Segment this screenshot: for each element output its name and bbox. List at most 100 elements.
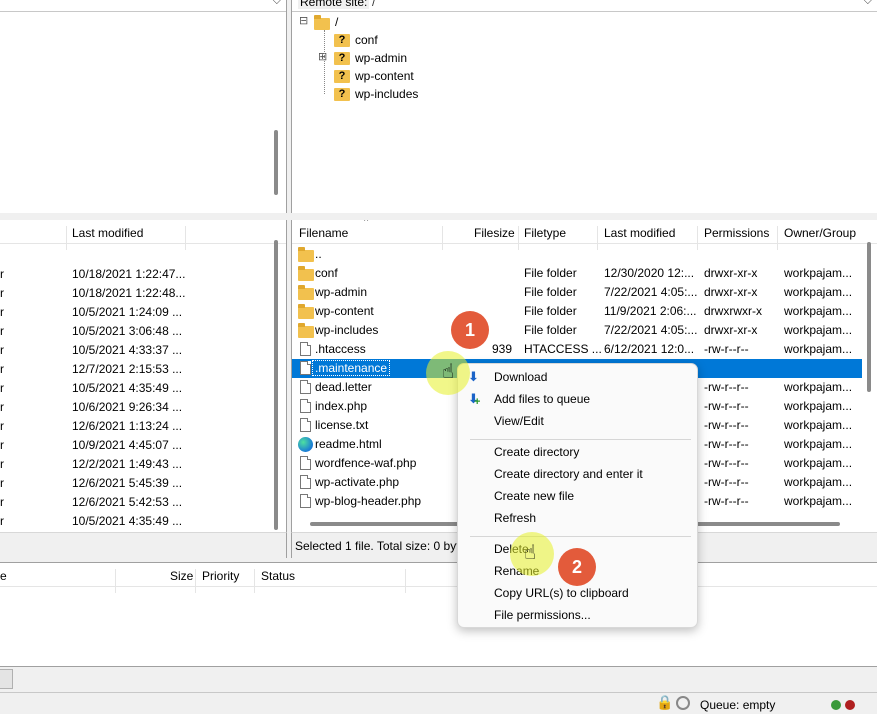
local-site-dropdown[interactable]: ⌵ — [0, 0, 286, 12]
remote-list-row[interactable]: wp-includes File folder 7/22/2021 4:05:...… — [292, 321, 862, 340]
local-list-row[interactable]: r 10/5/2021 4:33:37 ... — [0, 341, 270, 360]
remote-list-row[interactable]: conf File folder 12/30/2020 12:... drwxr-xr… — [292, 264, 862, 283]
local-list-row[interactable]: r 10/18/2021 1:22:47... — [0, 265, 270, 284]
menu-item-create-new-file[interactable]: Create new file — [494, 489, 574, 503]
folder-icon — [298, 247, 314, 262]
local-list-scrollbar[interactable] — [274, 240, 278, 530]
tree-node[interactable]: ? wp-includes — [292, 85, 592, 104]
local-tree-panel: ⌵ — [0, 0, 287, 213]
local-list-row[interactable]: r 12/6/2021 5:42:53 ... — [0, 493, 270, 512]
local-row-modified: 10/6/2021 9:26:34 ... — [72, 400, 183, 414]
remote-row-owner: workpajam... — [784, 266, 853, 280]
header-filesize[interactable]: Filesize — [474, 226, 515, 240]
local-list-row[interactable]: r 10/6/2021 9:26:34 ... — [0, 398, 270, 417]
queue-header-priority[interactable]: Priority — [202, 569, 239, 583]
local-list-row[interactable]: r 10/5/2021 4:35:49 ... — [0, 379, 270, 398]
remote-row-owner: workpajam... — [784, 323, 853, 337]
tree-node[interactable]: ? wp-content — [292, 67, 592, 86]
remote-row-owner: workpajam... — [784, 380, 853, 394]
tree-node-label: wp-includes — [355, 87, 419, 101]
remote-row-last-modified: 7/22/2021 4:05:... — [604, 285, 698, 299]
remote-row-filename: .maintenance — [311, 360, 391, 376]
tree-node-label: wp-admin — [355, 51, 408, 65]
menu-item-add-files-to-queue[interactable]: Add files to queue — [494, 392, 590, 406]
header-owner-group[interactable]: Owner/Group — [784, 226, 856, 240]
local-list-row[interactable]: r 10/5/2021 3:06:48 ... — [0, 322, 270, 341]
header-filetype[interactable]: Filetype — [524, 226, 566, 240]
unknown-folder-icon: ? — [334, 34, 350, 47]
file-icon — [300, 456, 311, 470]
menu-item-create-directory-and-enter-it[interactable]: Create directory and enter it — [494, 467, 643, 481]
hand-cursor-icon: ☝ — [524, 542, 537, 564]
remote-row-owner: workpajam... — [784, 304, 853, 318]
local-row-name: r — [0, 305, 4, 319]
expand-icon[interactable]: ⊞ — [318, 50, 327, 63]
remote-site-label: Remote site: — [298, 0, 370, 9]
menu-separator — [470, 536, 691, 537]
remote-row-last-modified: 12/30/2020 12:... — [604, 266, 695, 280]
remote-row-last-modified: 6/12/2021 12:0... — [604, 342, 695, 356]
remote-row-filename: conf — [315, 266, 338, 280]
local-row-name: r — [0, 324, 4, 338]
remote-row-filename: dead.letter — [315, 380, 372, 394]
local-file-list: Last modified r 10/18/2021 1:22:47... r 10/… — [0, 220, 287, 532]
local-list-row[interactable]: r 12/7/2021 2:15:53 ... — [0, 360, 270, 379]
local-list-row[interactable]: r 10/5/2021 4:35:49 ... — [0, 512, 270, 531]
chevron-down-icon[interactable]: ⌵ — [864, 0, 872, 8]
remote-list-row[interactable]: .. — [292, 245, 862, 264]
local-list-row[interactable]: r 10/9/2021 4:45:07 ... — [0, 436, 270, 455]
local-tree-scrollbar[interactable] — [274, 130, 278, 195]
local-list-row[interactable]: r 12/6/2021 5:45:39 ... — [0, 474, 270, 493]
header-filename[interactable]: Filename — [299, 226, 348, 240]
remote-row-owner: workpajam... — [784, 418, 853, 432]
menu-item-refresh[interactable]: Refresh — [494, 511, 536, 525]
remote-site-path-input[interactable]: / — [372, 0, 375, 9]
local-list-row[interactable]: r 10/18/2021 1:22:48... — [0, 284, 270, 303]
folder-icon — [298, 285, 314, 300]
local-list-row[interactable]: r 12/2/2021 1:49:43 ... — [0, 455, 270, 474]
local-row-name: r — [0, 438, 4, 452]
menu-item-view-edit[interactable]: View/Edit — [494, 414, 544, 428]
remote-row-filename: wp-includes — [315, 323, 379, 337]
tree-node[interactable]: ⊟ / — [292, 13, 592, 32]
remote-row-owner: workpajam... — [784, 456, 853, 470]
local-row-modified: 12/6/2021 1:13:24 ... — [72, 419, 183, 433]
remote-list-row[interactable]: wp-content File folder 11/9/2021 2:06:... d… — [292, 302, 862, 321]
queue-header: e Size Priority Status — [0, 563, 877, 593]
status-red-dot-icon — [845, 700, 855, 710]
local-row-name: r — [0, 400, 4, 414]
local-row-modified: 10/18/2021 1:22:47... — [72, 267, 186, 281]
queue-header-name[interactable]: e — [0, 569, 7, 583]
collapse-icon[interactable]: ⊟ — [299, 14, 308, 27]
queue-header-status[interactable]: Status — [261, 569, 295, 583]
menu-item-file-permissions[interactable]: File permissions... — [494, 608, 591, 622]
queue-tab-strip — [0, 666, 877, 690]
menu-item-download[interactable]: Download — [494, 370, 547, 384]
local-list-row[interactable]: r 10/5/2021 1:24:09 ... — [0, 303, 270, 322]
remote-row-permissions: -rw-r--r-- — [704, 475, 749, 489]
remote-list-vscrollbar[interactable] — [867, 242, 871, 392]
local-row-name: r — [0, 419, 4, 433]
remote-row-filetype: File folder — [524, 304, 577, 318]
queue-tab[interactable] — [0, 669, 13, 689]
hand-cursor-icon: ☝ — [442, 361, 455, 383]
speed-limit-icon[interactable] — [676, 696, 690, 710]
header-permissions[interactable]: Permissions — [704, 226, 769, 240]
menu-item-copy-url-s-to-clipboard[interactable]: Copy URL(s) to clipboard — [494, 586, 629, 600]
queue-header-size[interactable]: Size — [170, 569, 193, 583]
chevron-down-icon[interactable]: ⌵ — [273, 0, 281, 8]
lock-icon: 🔒 — [656, 694, 674, 710]
tree-node[interactable]: ? conf — [292, 31, 592, 50]
remote-site-bar: Remote site: / ⌵ — [292, 0, 877, 12]
remote-row-filename: wordfence-waf.php — [315, 456, 417, 470]
remote-list-row[interactable]: .htaccess 939 HTACCESS ... 6/12/2021 12:0..… — [292, 340, 862, 359]
header-last-modified[interactable]: Last modified — [604, 226, 675, 240]
tree-guide-line — [324, 30, 325, 94]
local-row-name: r — [0, 286, 4, 300]
menu-item-create-directory[interactable]: Create directory — [494, 445, 579, 459]
local-list-row[interactable]: r 12/6/2021 1:13:24 ... — [0, 417, 270, 436]
remote-list-row[interactable]: wp-admin File folder 7/22/2021 4:05:... drw… — [292, 283, 862, 302]
tree-node[interactable]: ⊞? wp-admin — [292, 49, 592, 68]
local-header-last-modified[interactable]: Last modified — [72, 226, 143, 240]
remote-row-permissions: -rw-r--r-- — [704, 437, 749, 451]
